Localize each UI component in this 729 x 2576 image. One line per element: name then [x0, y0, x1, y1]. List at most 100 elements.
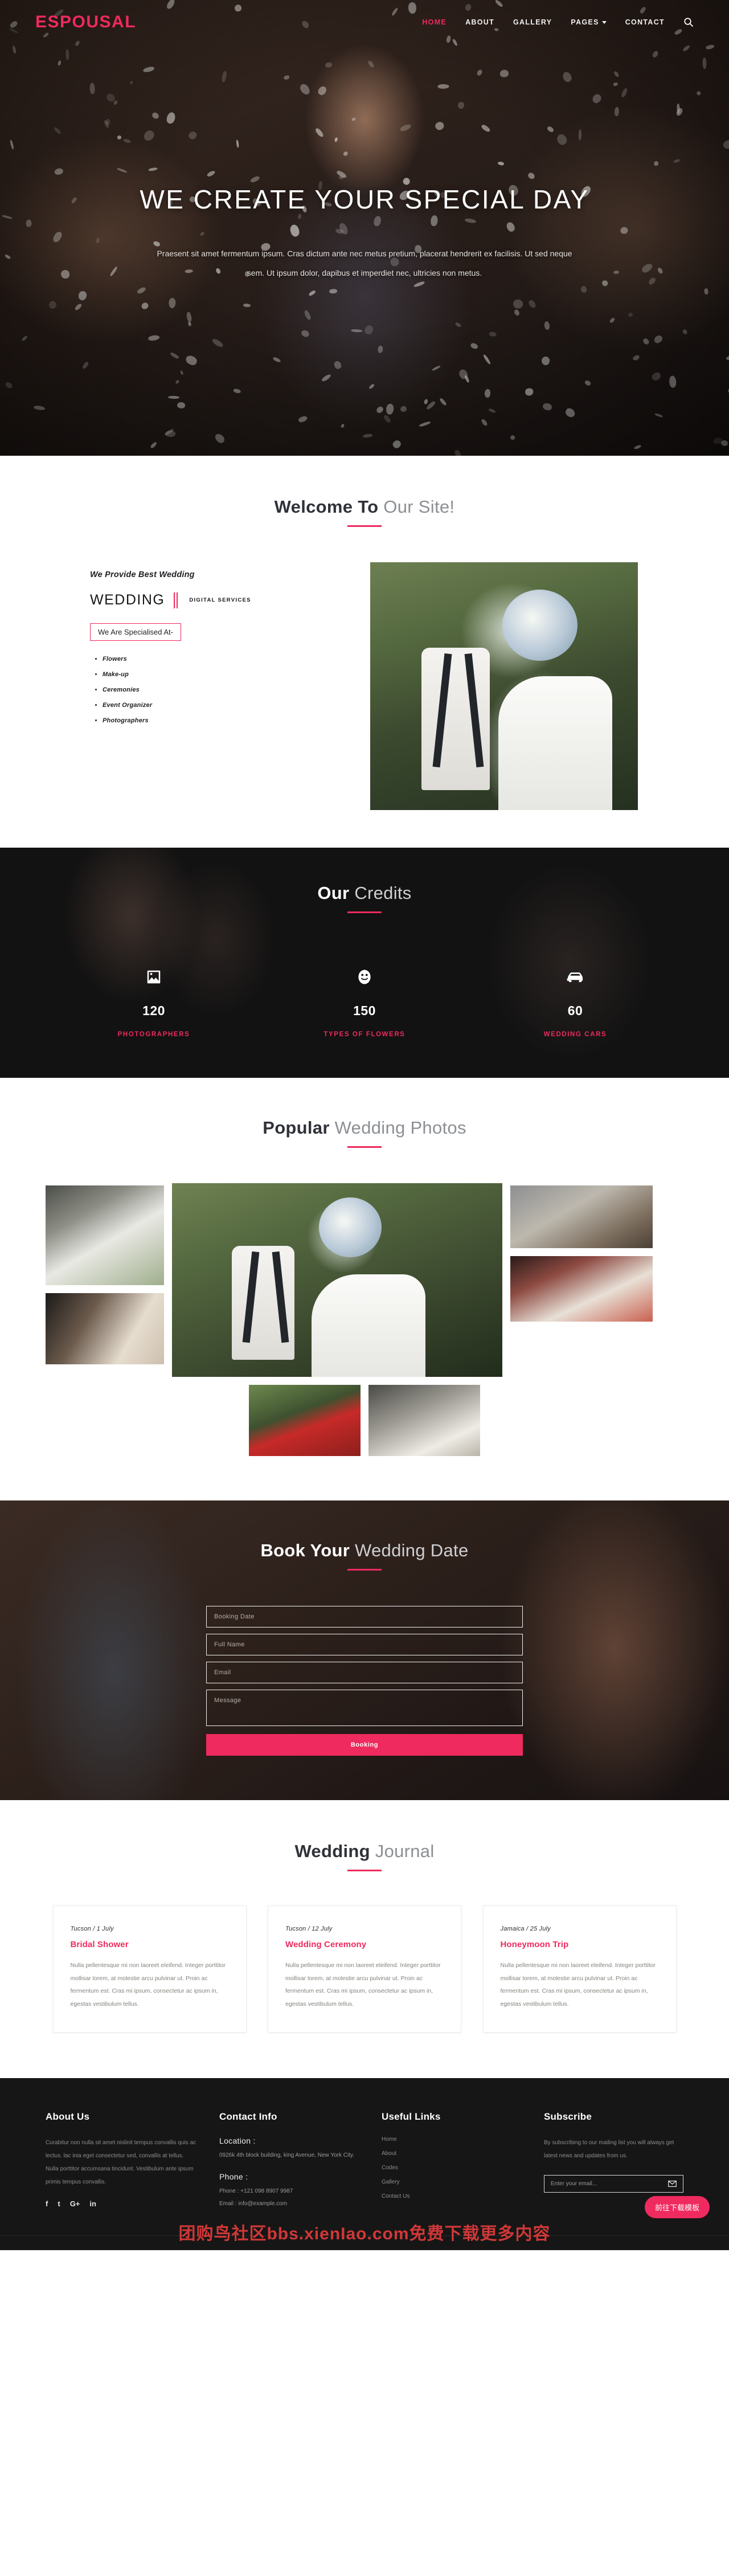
- bride-groom-veil-photo[interactable]: [46, 1185, 164, 1285]
- site-logo[interactable]: ESPOUSAL: [35, 13, 136, 32]
- message-textarea[interactable]: [206, 1690, 523, 1726]
- footer-subscribe-column: Subscribe By subscribing to our mailing …: [544, 2111, 683, 2210]
- nav-item-contact[interactable]: CONTACT: [625, 18, 665, 26]
- google-plus-icon[interactable]: G+: [70, 2200, 80, 2207]
- service-item: Flowers: [103, 656, 336, 663]
- couple-walking-beach-photo[interactable]: [510, 1185, 653, 1248]
- footer-contact-column: Contact Info Location : 0926k 4th block …: [219, 2111, 359, 2210]
- table-flowers-decor-photo[interactable]: [510, 1256, 653, 1322]
- journal-heading: Wedding Journal: [0, 1841, 729, 1871]
- nav-item-pages[interactable]: PAGES: [571, 18, 607, 26]
- bride-red-car-photo[interactable]: [249, 1385, 361, 1456]
- booking-form: Booking: [206, 1606, 523, 1756]
- search-icon[interactable]: [683, 17, 694, 27]
- footer-link-gallery[interactable]: Gallery: [382, 2179, 521, 2185]
- hero-content: WE CREATE YOUR SPECIAL DAY Praesent sit …: [0, 0, 729, 456]
- footer-links-column: Useful Links Home About Codes Gallery Contac…: [382, 2111, 521, 2210]
- subscribe-box: [544, 2175, 683, 2193]
- credit-value: 60: [567, 1003, 583, 1018]
- welcome-brand: WEDDING DIGITAL SERVICES: [90, 592, 336, 608]
- car-icon: [484, 966, 666, 988]
- footer-link-codes[interactable]: Codes: [382, 2165, 521, 2171]
- service-item: Make-up: [103, 671, 336, 678]
- location-label: Location :: [219, 2136, 256, 2146]
- nav-item-pages-label: PAGES: [571, 18, 599, 26]
- couple-bouquet-main-photo[interactable]: [172, 1183, 502, 1377]
- credits-heading-bold: Our: [317, 883, 350, 903]
- heading-underline: [347, 1569, 382, 1571]
- envelope-icon[interactable]: [668, 2181, 677, 2187]
- main-navigation: ESPOUSAL HOME ABOUT GALLERY PAGES CONTAC…: [0, 0, 729, 44]
- credit-item-cars: 60 WEDDING CARS: [484, 966, 666, 1038]
- welcome-text-column: We Provide Best Wedding WEDDING DIGITAL …: [68, 562, 336, 733]
- journal-card-text: Nulla pellentesque mi non laoreet eleife…: [500, 1962, 656, 2007]
- nav-item-about[interactable]: ABOUT: [465, 18, 494, 26]
- credit-label: WEDDING CARS: [543, 1031, 607, 1038]
- gallery-heading-bold: Popular: [263, 1118, 330, 1138]
- subscribe-email-input[interactable]: [551, 2181, 668, 2187]
- gallery-section: Popular Wedding Photos: [0, 1078, 729, 1500]
- credit-label: PHOTOGRAPHERS: [117, 1031, 190, 1038]
- credits-heading-light: Credits: [354, 883, 412, 903]
- welcome-heading-light: Our Site!: [383, 497, 455, 517]
- welcome-tagline: We Provide Best Wedding: [90, 570, 195, 579]
- footer-link-contact-us[interactable]: Contact Us: [382, 2193, 521, 2199]
- credits-grid: 120 PHOTOGRAPHERS 150 TYPES OF FLOWERS 6…: [63, 966, 666, 1038]
- nav-item-gallery[interactable]: GALLERY: [513, 18, 552, 26]
- credits-section: Our Credits 120 PHOTOGRAPHERS 150 TYPES …: [0, 848, 729, 1078]
- heading-underline: [347, 1146, 382, 1148]
- journal-section: Wedding Journal Tucson / 1 July Bridal Sh…: [0, 1800, 729, 2079]
- site-footer: About Us Curabitur non nulla sit amet ni…: [0, 2078, 729, 2251]
- journal-card-title: Bridal Shower: [70, 1940, 129, 1949]
- facebook-icon[interactable]: f: [46, 2200, 48, 2207]
- heading-underline: [347, 1870, 382, 1871]
- ring-exchange-photo[interactable]: [46, 1293, 164, 1364]
- footer-links-heading: Useful Links: [382, 2111, 441, 2123]
- booking-submit-button[interactable]: Booking: [206, 1734, 523, 1756]
- linkedin-icon[interactable]: in: [89, 2200, 96, 2207]
- brand-divider-bars: [174, 592, 178, 608]
- journal-card[interactable]: Tucson / 1 July Bridal Shower Nulla pellen…: [52, 1906, 247, 2033]
- welcome-heading-bold: Welcome To: [274, 497, 379, 517]
- journal-heading-light: Journal: [375, 1841, 435, 1861]
- booking-date-input[interactable]: [206, 1606, 523, 1628]
- image-icon: [63, 966, 245, 988]
- footer-about-heading: About Us: [46, 2111, 90, 2123]
- journal-card-title: Wedding Ceremony: [285, 1940, 367, 1949]
- credit-value: 120: [142, 1003, 165, 1018]
- booking-heading-light: Wedding Date: [355, 1540, 469, 1560]
- welcome-brand-main: WEDDING: [90, 592, 165, 608]
- footer-about-column: About Us Curabitur non nulla sit amet ni…: [46, 2111, 196, 2210]
- location-value: 0926k 4th block building, king Avenue, N…: [219, 2152, 355, 2159]
- journal-grid: Tucson / 1 July Bridal Shower Nulla pellen…: [52, 1906, 677, 2033]
- footer-columns: About Us Curabitur non nulla sit amet ni…: [46, 2111, 683, 2210]
- credit-value: 150: [353, 1003, 376, 1018]
- full-name-input[interactable]: [206, 1634, 523, 1655]
- service-item: Event Organizer: [103, 702, 336, 709]
- footer-subscribe-text: By subscribing to our mailing list you w…: [544, 2140, 674, 2160]
- hero-subtitle: Praesent sit amet fermentum ipsum. Cras …: [157, 249, 572, 277]
- journal-heading-bold: Wedding: [294, 1841, 370, 1861]
- email-input[interactable]: [206, 1662, 523, 1683]
- journal-card[interactable]: Tucson / 12 July Wedding Ceremony Nulla pe…: [268, 1906, 461, 2033]
- journal-card-meta: Tucson / 1 July: [70, 1925, 114, 1932]
- welcome-couple-photo: [370, 562, 638, 810]
- nav-item-home[interactable]: HOME: [422, 18, 447, 26]
- download-template-button[interactable]: 前往下载模板: [644, 2196, 710, 2219]
- footer-subscribe-heading: Subscribe: [544, 2111, 592, 2123]
- phone-label: Phone :: [219, 2172, 248, 2182]
- service-item: Photographers: [103, 717, 336, 724]
- gallery-heading: Popular Wedding Photos: [0, 1118, 729, 1148]
- useful-links-list: Home About Codes Gallery Contact Us: [382, 2136, 521, 2199]
- footer-link-about[interactable]: About: [382, 2150, 521, 2157]
- footer-link-home[interactable]: Home: [382, 2136, 521, 2142]
- twitter-icon[interactable]: t: [58, 2200, 60, 2207]
- footer-contact-heading: Contact Info: [219, 2111, 277, 2123]
- journal-card-meta: Jamaica / 25 July: [500, 1925, 551, 1932]
- bride-stone-wall-photo[interactable]: [368, 1385, 480, 1456]
- journal-card[interactable]: Jamaica / 25 July Honeymoon Trip Nulla pel…: [482, 1906, 677, 2033]
- welcome-section: Welcome To Our Site! We Provide Best Wed…: [0, 456, 729, 848]
- journal-card-meta: Tucson / 12 July: [285, 1925, 333, 1932]
- gallery-grid: [46, 1183, 683, 1377]
- social-links: f t G+ in: [46, 2200, 196, 2207]
